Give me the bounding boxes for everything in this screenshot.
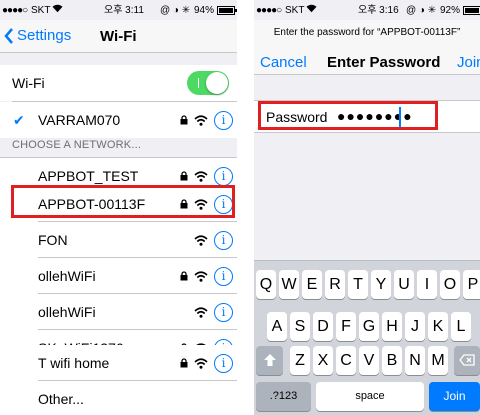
key-v[interactable]: V (359, 346, 379, 375)
key-k[interactable]: K (428, 312, 448, 341)
backspace-icon (459, 354, 475, 366)
key-e[interactable]: E (302, 270, 322, 299)
network-name: Other... (38, 391, 84, 407)
network-name: ollehWiFi (38, 268, 96, 284)
network-row[interactable]: FON i (0, 222, 237, 258)
wifi-toggle-switch[interactable] (187, 71, 229, 95)
password-prompt: Enter the password for “APPBOT-00113F” (273, 27, 461, 38)
key-h[interactable]: H (382, 312, 402, 341)
network-name: APPBOT_TEST (38, 168, 139, 184)
key-x[interactable]: X (313, 346, 333, 375)
chevron-left-icon (4, 28, 13, 44)
shift-key[interactable] (256, 346, 283, 375)
lock-icon (180, 271, 188, 281)
key-f[interactable]: F (336, 312, 356, 341)
lock-rotation-icon: @ ◑ ✳ (160, 5, 191, 16)
connected-network-name: VARRAM070 (38, 112, 121, 128)
battery-icon (217, 6, 237, 18)
carrier-name: SKT (31, 5, 51, 16)
signal-strength-icon: ●●●●○ (2, 5, 28, 16)
space-key[interactable]: space (316, 382, 424, 411)
key-t[interactable]: T (348, 270, 368, 299)
network-row-other[interactable]: Other... (0, 381, 237, 415)
lock-icon (180, 115, 188, 125)
key-g[interactable]: G (359, 312, 379, 341)
wifi-settings-screen: ●●●●○ SKT 오후 3:11 @ ◑ ✳ 94% Settings Wi-… (0, 0, 237, 415)
wifi-signal-icon (194, 357, 208, 369)
back-button[interactable]: Settings (4, 27, 71, 45)
highlight-box (258, 101, 438, 130)
key-m[interactable]: M (428, 346, 448, 375)
enter-password-screen: ●●●●○ SKT 오후 3:16 @ ◑ ✳ 92% Enter the pa… (254, 0, 480, 415)
keyboard: Q W E R T Y U I O P A S D F G H J K L Z … (254, 260, 480, 415)
wifi-signal-icon (194, 306, 208, 318)
info-icon[interactable]: i (214, 266, 233, 286)
join-button[interactable]: Join (457, 54, 480, 72)
page-title: Wi-Fi (100, 28, 137, 45)
delete-key[interactable] (454, 346, 480, 375)
info-icon[interactable]: i (214, 166, 233, 186)
lock-icon (180, 171, 188, 181)
page-title: Enter Password (327, 54, 441, 71)
wifi-signal-icon (194, 234, 208, 246)
network-row[interactable]: ollehWiFi i (0, 294, 237, 330)
connected-network-row[interactable]: ✔ VARRAM070 i (0, 102, 237, 138)
battery-percent: 94% (194, 5, 215, 16)
status-time: 오후 3:11 (104, 5, 144, 16)
network-name: FON (38, 232, 68, 248)
info-icon[interactable]: i (214, 302, 233, 322)
key-q[interactable]: Q (256, 270, 276, 299)
shift-arrow-icon (263, 354, 276, 366)
status-bar: ●●●●○ SKT 오후 3:11 @ ◑ ✳ 94% (0, 0, 237, 20)
key-y[interactable]: Y (371, 270, 391, 299)
key-o[interactable]: O (440, 270, 460, 299)
checkmark-icon: ✔ (13, 112, 25, 128)
highlight-box (11, 185, 235, 218)
info-icon[interactable]: i (214, 230, 233, 250)
wifi-signal-icon (194, 170, 208, 182)
network-row[interactable]: ollehWiFi i (0, 258, 237, 294)
numbers-key[interactable]: .?123 (256, 382, 311, 411)
key-s[interactable]: S (290, 312, 310, 341)
key-c[interactable]: C (336, 346, 356, 375)
key-d[interactable]: D (313, 312, 333, 341)
network-name: ollehWiFi (38, 304, 96, 320)
network-name: T wifi home (38, 355, 110, 371)
toggle-knob (206, 72, 228, 94)
section-header: CHOOSE A NETWORK... (12, 139, 142, 151)
lock-icon (180, 358, 188, 368)
wifi-status-icon (52, 4, 63, 16)
wifi-signal-icon (194, 270, 208, 282)
key-u[interactable]: U (394, 270, 414, 299)
navigation-bar: Settings Wi-Fi (0, 20, 237, 53)
wifi-toggle-row: Wi-Fi (0, 65, 237, 101)
join-key[interactable]: Join (429, 382, 480, 411)
key-i[interactable]: I (417, 270, 437, 299)
key-b[interactable]: B (382, 346, 402, 375)
wifi-status-icon (306, 4, 317, 16)
key-p[interactable]: P (463, 270, 480, 299)
wifi-signal-icon (194, 114, 208, 126)
key-w[interactable]: W (279, 270, 299, 299)
key-l[interactable]: L (451, 312, 471, 341)
signal-strength-icon: ●●●●○ (256, 5, 282, 16)
key-j[interactable]: J (405, 312, 425, 341)
key-z[interactable]: Z (290, 346, 310, 375)
network-row[interactable]: T wifi home i (0, 345, 237, 381)
cancel-button[interactable]: Cancel (260, 54, 307, 72)
status-bar: ●●●●○ SKT 오후 3:16 @ ◑ ✳ 92% (254, 0, 480, 20)
key-r[interactable]: R (325, 270, 345, 299)
info-icon[interactable]: i (214, 353, 233, 373)
wifi-toggle-label: Wi-Fi (12, 75, 45, 91)
key-n[interactable]: N (405, 346, 425, 375)
battery-icon (463, 6, 480, 18)
toggle-on-mark (198, 78, 199, 88)
info-icon[interactable]: i (214, 110, 233, 130)
carrier-name: SKT (285, 5, 305, 16)
battery-percent: 92% (440, 5, 461, 16)
key-a[interactable]: A (267, 312, 287, 341)
lock-rotation-icon: @ ◑ ✳ (406, 5, 437, 16)
status-time: 오후 3:16 (358, 5, 399, 16)
back-button-label: Settings (17, 27, 72, 44)
